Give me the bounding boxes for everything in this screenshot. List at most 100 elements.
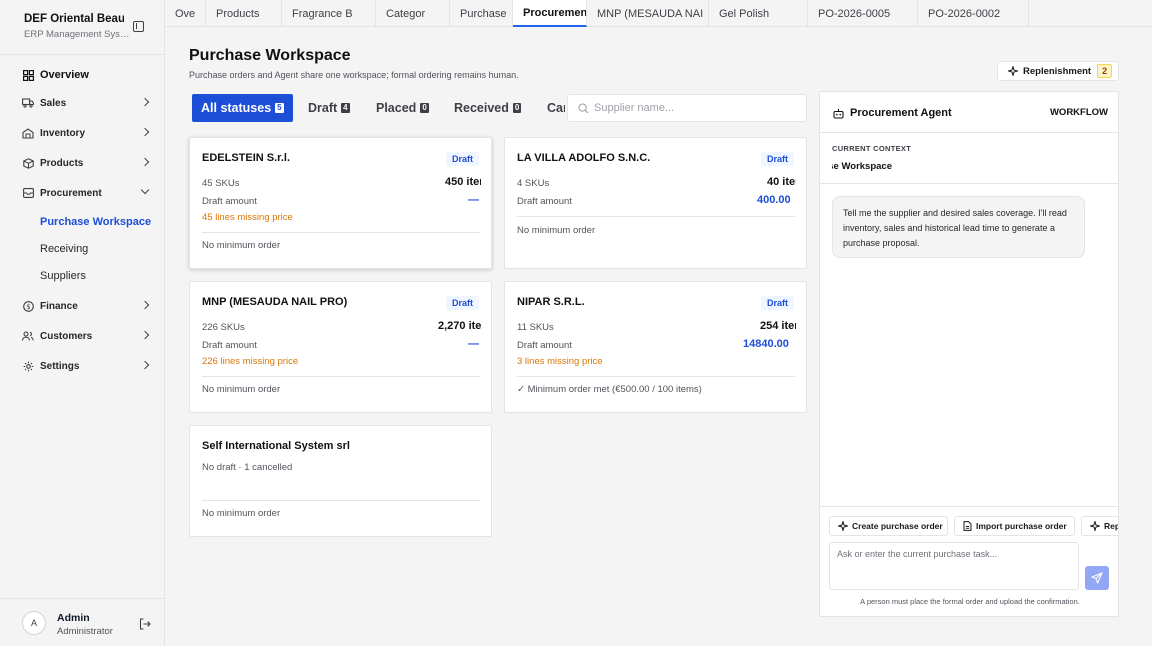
divider <box>820 132 1118 133</box>
sidebar-collapse-icon[interactable] <box>133 21 144 32</box>
sparkle-icon <box>1008 66 1018 76</box>
robot-icon <box>833 108 844 119</box>
tab-mnp[interactable]: MNP (MESAUDA NAI <box>587 0 709 27</box>
draft-amount: — <box>468 194 479 206</box>
status-tab-draft[interactable]: Draft 4 <box>308 94 350 122</box>
chevron-right-icon <box>140 300 150 310</box>
sidebar-item-label: Procurement <box>40 187 102 199</box>
supplier-card-mnp[interactable]: MNP (MESAUDA NAIL PRO) Draft 226 SKUs 2,… <box>189 281 492 413</box>
minimum-order-met-note: ✓ Minimum order met (€500.00 / 100 items… <box>517 384 702 395</box>
supplier-name: NIPAR S.R.L. <box>517 296 585 308</box>
tab-po-2026-0005[interactable]: PO-2026-0005 <box>808 0 918 27</box>
divider <box>0 598 164 599</box>
divider <box>202 232 480 233</box>
supplier-name: Self International System srl <box>202 440 350 452</box>
sidebar-subitem-receiving[interactable]: Receiving <box>40 243 88 255</box>
agent-footnote: A person must place the formal order and… <box>860 597 1080 606</box>
sku-count: 226 SKUs <box>202 322 245 333</box>
tab-procurement[interactable]: Procurement <box>513 0 587 27</box>
divider <box>517 376 795 377</box>
supplier-card-la-villa-adolfo[interactable]: LA VILLA ADOLFO S.N.C. Draft 4 SKUs 40 i… <box>504 137 807 269</box>
sidebar-item-inventory[interactable]: Inventory <box>22 123 150 143</box>
status-tab-placed[interactable]: Placed 0 <box>376 94 429 122</box>
status-tab-label: All statuses <box>201 101 272 115</box>
logout-icon[interactable] <box>139 618 151 630</box>
sidebar-subitem-purchase-workspace[interactable]: Purchase Workspace <box>40 216 151 228</box>
sidebar-item-finance[interactable]: $ Finance <box>22 296 150 316</box>
sidebar-item-overview[interactable]: Overview <box>22 65 150 85</box>
status-badge: Draft <box>760 152 794 166</box>
tab-gel-polish[interactable]: Gel Polish <box>709 0 808 27</box>
divider <box>517 216 795 217</box>
context-label: CURRENT CONTEXT <box>832 144 912 153</box>
send-button[interactable] <box>1085 566 1109 590</box>
create-purchase-order-button[interactable]: Create purchase order <box>829 516 948 536</box>
dollar-icon: $ <box>22 300 34 312</box>
draft-amount: 400.00 <box>757 194 791 206</box>
sparkle-icon <box>838 521 848 531</box>
status-tab-cancelled[interactable]: Cancelled <box>547 94 565 122</box>
replenishment-button[interactable]: Replenishment 2 <box>997 61 1119 81</box>
status-tab-count: 0 <box>420 103 429 113</box>
sidebar-item-label: Finance <box>40 300 78 312</box>
sku-count: 11 SKUs <box>517 322 554 333</box>
status-tab-label: Draft <box>308 101 338 115</box>
tab-fragrance[interactable]: Fragrance B <box>282 0 376 27</box>
chevron-down-icon <box>140 185 150 195</box>
missing-price-warning: 3 lines missing price <box>517 356 603 367</box>
status-filter-tabs: All statuses 5 Draft 4 Placed 0 Received… <box>189 92 565 124</box>
supplier-name: MNP (MESAUDA NAIL PRO) <box>202 296 348 308</box>
tab-categories[interactable]: Categor <box>376 0 450 27</box>
divider <box>202 500 480 501</box>
amount-label: Draft amount <box>517 340 572 351</box>
sku-count: 45 SKUs <box>202 178 240 189</box>
supplier-card-edelstein[interactable]: EDELSTEIN S.r.l. Draft 45 SKUs 450 items… <box>189 137 492 269</box>
agent-mode-label: ACTIVE WORKFLOW <box>1048 107 1108 118</box>
tab-overview[interactable]: Ove <box>165 0 206 27</box>
avatar[interactable]: A <box>22 611 46 635</box>
sidebar-item-settings[interactable]: Settings <box>22 356 150 376</box>
supplier-search-input[interactable]: Supplier name... <box>567 94 807 122</box>
page-subtitle: Purchase orders and Agent share one work… <box>189 70 519 80</box>
agent-title: Procurement Agent <box>850 107 952 119</box>
task-input[interactable]: Ask or enter the current purchase task..… <box>829 542 1079 590</box>
sidebar-item-label: Inventory <box>40 127 86 139</box>
brand-subtitle: ERP Management System <box>24 29 132 40</box>
status-badge: Draft <box>445 152 479 166</box>
chevron-right-icon <box>140 330 150 340</box>
replenishment-label: Replenishment <box>1023 65 1092 77</box>
sidebar-item-procurement[interactable]: Procurement <box>22 183 150 203</box>
tab-products[interactable]: Products <box>206 0 282 27</box>
chevron-right-icon <box>140 97 150 107</box>
supplier-card-self-international[interactable]: Self International System srl No draft ·… <box>189 425 492 537</box>
sparkle-icon <box>1090 521 1100 531</box>
sidebar-item-products[interactable]: Products <box>22 153 150 173</box>
task-input-placeholder: Ask or enter the current purchase task..… <box>837 549 998 559</box>
status-tab-all[interactable]: All statuses 5 <box>192 94 293 122</box>
button-label: Replenishment <box>1104 521 1119 531</box>
agent-replenishment-button[interactable]: Replenishment <box>1081 516 1119 536</box>
svg-text:$: $ <box>26 303 30 311</box>
supplier-card-nipar[interactable]: NIPAR S.R.L. Draft 11 SKUs 254 items Dra… <box>504 281 807 413</box>
sidebar-subitem-suppliers[interactable]: Suppliers <box>40 270 86 282</box>
draft-amount: 14840.00 <box>743 338 789 350</box>
status-tab-count: 5 <box>275 103 284 113</box>
user-role: Administrator <box>57 626 113 637</box>
sidebar-item-customers[interactable]: Customers <box>22 326 150 346</box>
supplier-name: LA VILLA ADOLFO S.N.C. <box>517 152 651 164</box>
minimum-order-note: No minimum order <box>202 384 281 395</box>
send-icon <box>1091 572 1103 584</box>
sidebar-item-sales[interactable]: Sales <box>22 93 150 113</box>
divider <box>0 54 164 55</box>
status-tab-received[interactable]: Received 0 <box>454 94 522 122</box>
minimum-order-note: No minimum order <box>517 225 596 236</box>
gear-icon <box>22 360 34 372</box>
missing-price-warning: 226 lines missing price <box>202 356 299 367</box>
tab-purchase[interactable]: Purchase <box>450 0 513 27</box>
tab-po-2026-0002[interactable]: PO-2026-0002 <box>918 0 1029 27</box>
import-purchase-order-button[interactable]: Import purchase order <box>954 516 1075 536</box>
search-icon <box>578 103 589 114</box>
divider <box>820 183 1118 184</box>
package-icon <box>22 157 34 169</box>
grid-icon <box>22 69 34 81</box>
